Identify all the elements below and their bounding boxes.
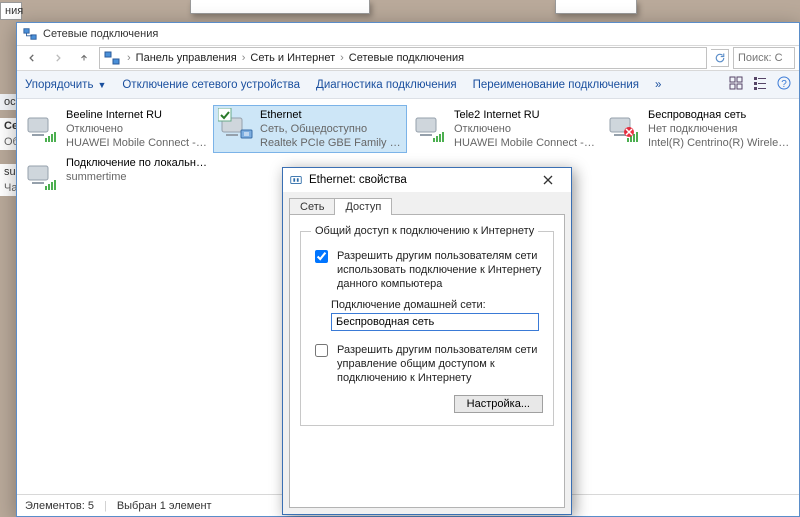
titlebar[interactable]: Сетевые подключения — [17, 23, 799, 45]
crumb-2[interactable]: Сеть и Интернет — [250, 52, 335, 64]
view-icons-button[interactable] — [729, 76, 743, 93]
settings-button[interactable]: Настройка... — [454, 395, 543, 413]
adapter-icon — [606, 108, 644, 148]
chevron-down-icon: ▼ — [97, 80, 106, 90]
chevron-right-icon: › — [127, 52, 131, 64]
connection-status: Нет подключения — [648, 122, 790, 136]
connection-item[interactable]: EthernetСеть, ОбщедоступноRealtek PCIe G… — [213, 105, 407, 153]
connection-device: Intel(R) Centrino(R) Wireless-N — [648, 136, 790, 150]
connection-name: Подключение по локальной сети* 12 — [66, 156, 208, 170]
connection-item[interactable]: Beeline Internet RUОтключеноHUAWEI Mobil… — [19, 105, 213, 153]
connection-device: HUAWEI Mobile Connect - 3G Mo... — [454, 136, 596, 150]
connection-item[interactable]: Подключение по локальной сети* 12summert… — [19, 153, 213, 199]
chevron-right-icon: › — [242, 52, 246, 64]
crumb-1[interactable]: Панель управления — [136, 52, 237, 64]
adapter-icon — [24, 108, 62, 148]
status-count: Элементов: 5 — [25, 500, 94, 512]
breadcrumb[interactable]: › Панель управления › Сеть и Интернет › … — [99, 47, 707, 69]
connection-device: HUAWEI Mobile Connect - 3G Mo... — [66, 136, 208, 150]
cmd-disable-device[interactable]: Отключение сетевого устройства — [122, 79, 300, 91]
command-bar: Упорядочить▼ Отключение сетевого устройс… — [17, 71, 799, 99]
nav-back-button[interactable] — [21, 47, 43, 69]
network-icon — [23, 27, 37, 41]
cmd-diagnose[interactable]: Диагностика подключения — [316, 79, 457, 91]
home-network-input[interactable] — [331, 313, 539, 331]
bg-fragment: ния — [0, 2, 22, 20]
adapter-icon — [412, 108, 450, 148]
allow-share-checkbox[interactable] — [315, 250, 328, 263]
home-network-label: Подключение домашней сети: — [331, 299, 543, 311]
nav-forward-button[interactable] — [47, 47, 69, 69]
connection-status: summertime — [66, 170, 208, 184]
adapter-icon — [218, 108, 256, 148]
ics-legend: Общий доступ к подключению к Интернету — [311, 225, 538, 237]
tab-strip: Сеть Доступ — [283, 192, 571, 214]
connection-status: Отключено — [454, 122, 596, 136]
allow-control-label: Разрешить другим пользователям сети упра… — [337, 343, 543, 385]
tab-network[interactable]: Сеть — [289, 198, 335, 215]
connection-name: Tele2 Internet RU — [454, 108, 596, 122]
connection-item[interactable]: Tele2 Internet RUОтключеноHUAWEI Mobile … — [407, 105, 601, 153]
refresh-button[interactable] — [711, 49, 729, 67]
connection-status: Сеть, Общедоступно — [260, 122, 402, 136]
crumb-3[interactable]: Сетевые подключения — [349, 52, 464, 64]
connection-device: Realtek PCIe GBE Family Controller — [260, 136, 402, 150]
nav-up-button[interactable] — [73, 47, 95, 69]
cmd-organize[interactable]: Упорядочить▼ — [25, 79, 106, 91]
connection-status: Отключено — [66, 122, 208, 136]
ethernet-icon — [289, 173, 303, 187]
close-icon — [543, 175, 553, 185]
tab-access[interactable]: Доступ — [334, 198, 392, 215]
address-bar: › Панель управления › Сеть и Интернет › … — [17, 45, 799, 71]
connection-name: Ethernet — [260, 108, 402, 122]
connection-name: Беспроводная сеть — [648, 108, 790, 122]
ics-fieldset: Общий доступ к подключению к Интернету Р… — [300, 225, 554, 426]
status-selected: Выбран 1 элемент — [117, 500, 212, 512]
allow-control-checkbox[interactable] — [315, 344, 328, 357]
adapter-icon — [24, 156, 62, 196]
help-button[interactable]: ? — [777, 76, 791, 93]
dialog-titlebar[interactable]: Ethernet: свойства — [283, 168, 571, 192]
properties-dialog: Ethernet: свойства Сеть Доступ Общий дос… — [282, 167, 572, 515]
svg-text:?: ? — [781, 79, 787, 90]
view-details-button[interactable] — [753, 76, 767, 93]
close-button[interactable] — [531, 170, 565, 190]
allow-share-label: Разрешить другим пользователям сети испо… — [337, 249, 543, 291]
connection-name: Beeline Internet RU — [66, 108, 208, 122]
chevron-right-icon: › — [340, 52, 344, 64]
connection-item[interactable]: Беспроводная сетьНет подключенияIntel(R)… — [601, 105, 795, 153]
window-title: Сетевые подключения — [43, 28, 158, 40]
tab-page-access: Общий доступ к подключению к Интернету Р… — [289, 214, 565, 508]
bg-fragment — [190, 0, 370, 14]
network-icon — [104, 50, 120, 66]
search-input[interactable] — [733, 47, 795, 69]
cmd-rename[interactable]: Переименование подключения — [473, 79, 639, 91]
dialog-title: Ethernet: свойства — [309, 174, 407, 186]
bg-fragment — [555, 0, 637, 14]
cmd-more[interactable]: » — [655, 79, 661, 91]
